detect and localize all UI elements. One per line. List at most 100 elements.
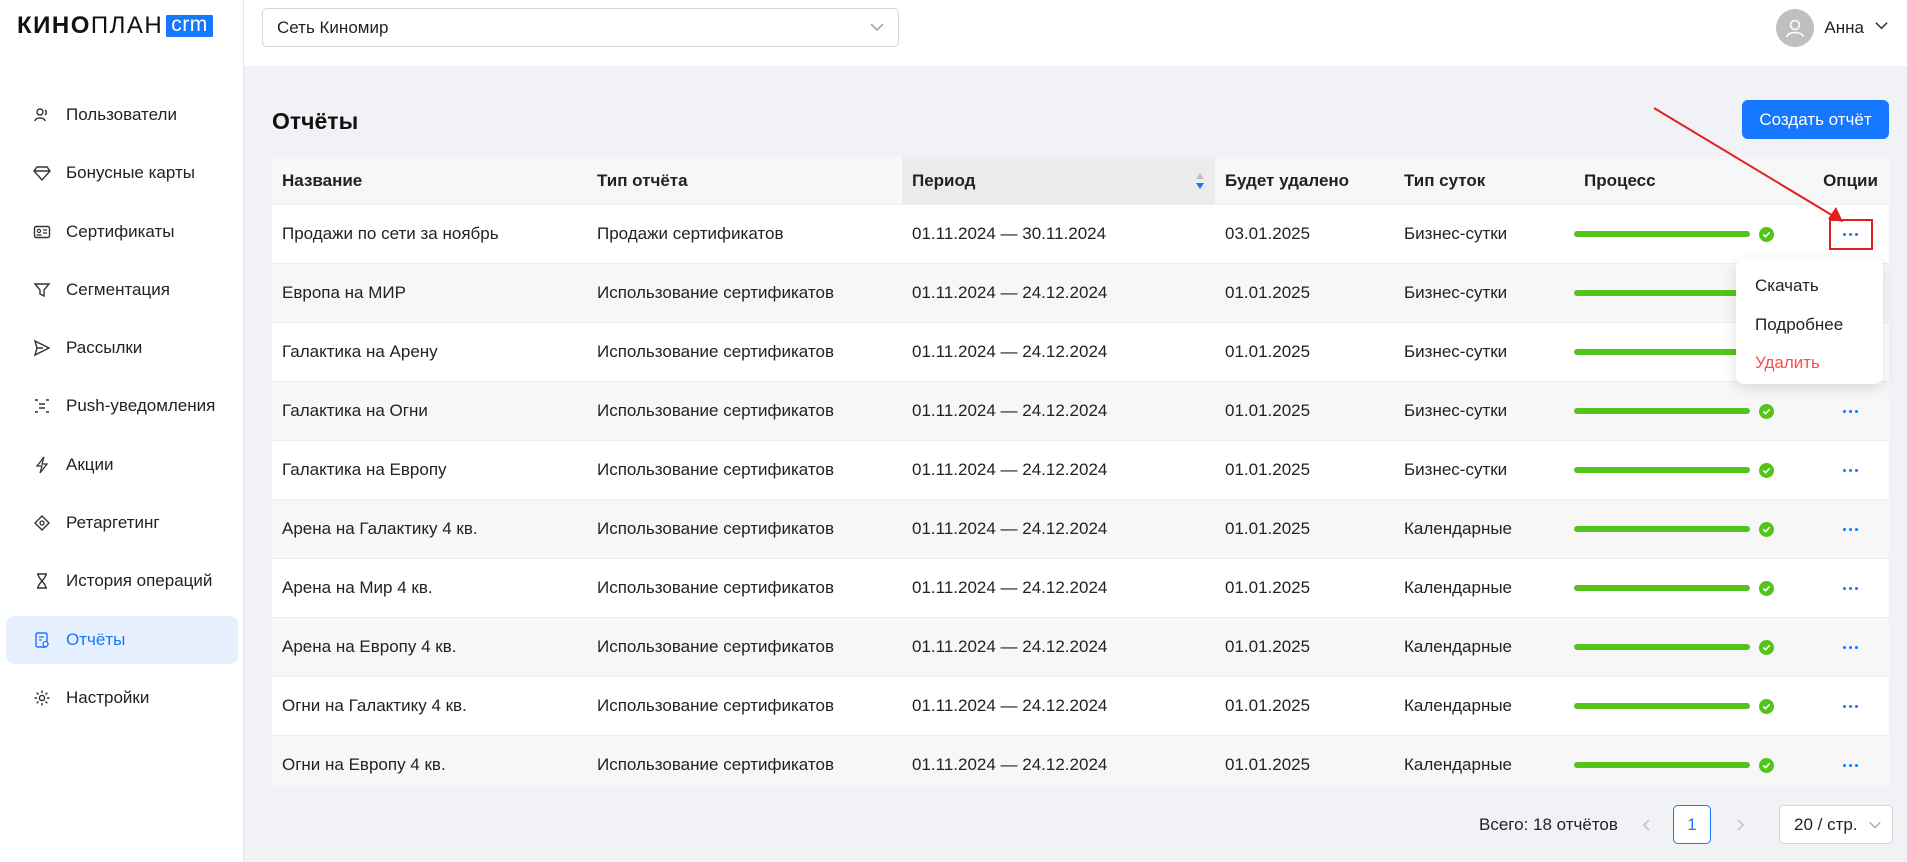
sidebar-item-label: Настройки bbox=[66, 687, 150, 707]
sidebar-item-3[interactable]: Сегментация bbox=[6, 266, 238, 314]
brand-logo[interactable]: КИНОПЛАН crm bbox=[17, 12, 213, 40]
cell-type: Использование сертификатов bbox=[597, 283, 834, 302]
cell-period: 01.11.2024 — 24.12.2024 bbox=[902, 323, 1215, 381]
cell-period: 01.11.2024 — 24.12.2024 bbox=[902, 618, 1215, 676]
check-circle-icon bbox=[1759, 757, 1774, 773]
cell-delete-on: 03.01.2025 bbox=[1225, 224, 1311, 243]
sidebar-nav: Пользователи Бонусные карты Сертификаты Сег… bbox=[6, 91, 238, 732]
sidebar-item-label: Акции bbox=[66, 454, 114, 474]
sidebar-item-8[interactable]: История операций bbox=[6, 557, 238, 605]
cell-options bbox=[1812, 618, 1889, 676]
cell-options bbox=[1812, 500, 1889, 558]
cell-delete-on: 01.01.2025 bbox=[1225, 460, 1311, 479]
sidebar-item-label: Рассылки bbox=[66, 338, 143, 358]
reports-table: Название Тип отчёта Период Будет удалено… bbox=[272, 157, 1889, 787]
sidebar-item-0[interactable]: Пользователи bbox=[6, 91, 238, 139]
progress-bar bbox=[1574, 644, 1750, 650]
cell-day-type: Бизнес-сутки bbox=[1404, 224, 1508, 243]
lightning-icon bbox=[32, 455, 52, 475]
sidebar-item-label: Сертификаты bbox=[66, 221, 175, 241]
progress-bar bbox=[1574, 703, 1750, 709]
avatar bbox=[1776, 9, 1815, 47]
users-icon bbox=[32, 105, 52, 125]
sidebar-item-7[interactable]: Ретаргетинг bbox=[6, 499, 238, 547]
cell-delete-on: 01.01.2025 bbox=[1225, 578, 1311, 597]
chevron-left-icon bbox=[1634, 812, 1660, 838]
hourglass-icon bbox=[32, 571, 52, 591]
cell-type: Использование сертификатов bbox=[597, 519, 834, 538]
check-circle-icon bbox=[1759, 639, 1774, 655]
more-options-icon[interactable] bbox=[1834, 695, 1868, 717]
cell-period: 01.11.2024 — 24.12.2024 bbox=[902, 677, 1215, 735]
create-report-button[interactable]: Создать отчёт bbox=[1742, 100, 1889, 139]
network-select[interactable]: Сеть Киномир bbox=[262, 8, 899, 47]
cell-name: Европа на МИР bbox=[282, 283, 406, 302]
sidebar-item-9[interactable]: Отчёты bbox=[6, 615, 238, 664]
sidebar-item-2[interactable]: Сертификаты bbox=[6, 208, 238, 256]
report-icon bbox=[32, 630, 52, 650]
page-size-select[interactable]: 20 / стр. bbox=[1779, 805, 1893, 844]
pagination-page-1[interactable]: 1 bbox=[1673, 805, 1711, 844]
pagination-prev[interactable] bbox=[1634, 805, 1660, 844]
column-header-delete-date: Будет удалено bbox=[1225, 170, 1350, 190]
column-header-period[interactable]: Период bbox=[902, 157, 1215, 204]
column-header-options: Опции bbox=[1823, 170, 1878, 190]
sidebar-item-label: Сегментация bbox=[66, 279, 170, 299]
menu-item-details[interactable]: Подробнее bbox=[1736, 306, 1883, 345]
cell-name: Галактика на Европу bbox=[282, 460, 447, 479]
table-row: Арена на Галактику 4 кв. Использование се… bbox=[272, 500, 1889, 559]
cell-progress bbox=[1574, 441, 1812, 499]
cell-options bbox=[1812, 559, 1889, 617]
more-options-icon[interactable] bbox=[1834, 577, 1868, 599]
column-header-period-label: Период bbox=[912, 170, 976, 190]
sidebar-item-6[interactable]: Акции bbox=[6, 441, 238, 489]
chevron-down-icon bbox=[1874, 18, 1889, 38]
brand-name-light: ПЛАН bbox=[90, 12, 164, 39]
progress-bar bbox=[1574, 585, 1750, 591]
sidebar-item-1[interactable]: Бонусные карты bbox=[6, 149, 238, 197]
table-row: Огни на Европу 4 кв. Использование сертиф… bbox=[272, 736, 1889, 787]
table-row: Арена на Мир 4 кв. Использование сертифик… bbox=[272, 559, 1889, 618]
more-options-icon[interactable] bbox=[1834, 459, 1868, 481]
cell-day-type: Календарные bbox=[1404, 578, 1513, 597]
page-size-value: 20 / стр. bbox=[1794, 814, 1858, 834]
check-circle-icon bbox=[1759, 226, 1774, 242]
chevron-down-icon bbox=[869, 19, 885, 40]
more-options-icon[interactable] bbox=[1834, 754, 1868, 776]
cell-type: Использование сертификатов bbox=[597, 401, 834, 420]
chevron-down-icon bbox=[1868, 817, 1882, 837]
cell-delete-on: 01.01.2025 bbox=[1225, 342, 1311, 361]
cell-delete-on: 01.01.2025 bbox=[1225, 401, 1311, 420]
page-title: Отчёты bbox=[272, 108, 359, 134]
column-header-type: Тип отчёта bbox=[597, 170, 688, 190]
menu-item-delete[interactable]: Удалить bbox=[1736, 344, 1883, 383]
menu-item-download[interactable]: Скачать bbox=[1736, 267, 1883, 306]
cell-name: Галактика на Огни bbox=[282, 401, 428, 420]
more-options-icon[interactable] bbox=[1834, 518, 1868, 540]
cell-options bbox=[1812, 677, 1889, 735]
sidebar-item-label: Отчёты bbox=[66, 629, 126, 649]
sidebar-item-10[interactable]: Настройки bbox=[6, 674, 238, 722]
cell-day-type: Календарные bbox=[1404, 755, 1513, 774]
cell-period: 01.11.2024 — 24.12.2024 bbox=[902, 736, 1215, 787]
table-row: Продажи по сети за ноябрь Продажи сертифи… bbox=[272, 205, 1889, 264]
cell-delete-on: 01.01.2025 bbox=[1225, 519, 1311, 538]
check-circle-icon bbox=[1759, 462, 1774, 478]
pagination-next[interactable] bbox=[1727, 805, 1753, 844]
network-select-value: Сеть Киномир bbox=[277, 17, 389, 37]
more-options-icon[interactable] bbox=[1834, 400, 1868, 422]
cell-name: Арена на Галактику 4 кв. bbox=[282, 519, 478, 538]
sort-icon[interactable] bbox=[1195, 172, 1205, 190]
cell-period: 01.11.2024 — 24.12.2024 bbox=[902, 559, 1215, 617]
cell-type: Использование сертификатов bbox=[597, 637, 834, 656]
pagination-total: Всего: 18 отчётов bbox=[1479, 814, 1618, 834]
cell-type: Использование сертификатов bbox=[597, 578, 834, 597]
progress-bar bbox=[1574, 290, 1750, 296]
more-options-icon[interactable] bbox=[1834, 636, 1868, 658]
send-icon bbox=[32, 338, 52, 358]
user-menu[interactable]: Анна bbox=[1776, 9, 1889, 47]
sidebar-item-4[interactable]: Рассылки bbox=[6, 324, 238, 372]
table-header: Название Тип отчёта Период Будет удалено… bbox=[272, 157, 1889, 205]
sidebar-item-5[interactable]: Push-уведомления bbox=[6, 382, 238, 430]
more-options-icon[interactable] bbox=[1828, 218, 1873, 250]
